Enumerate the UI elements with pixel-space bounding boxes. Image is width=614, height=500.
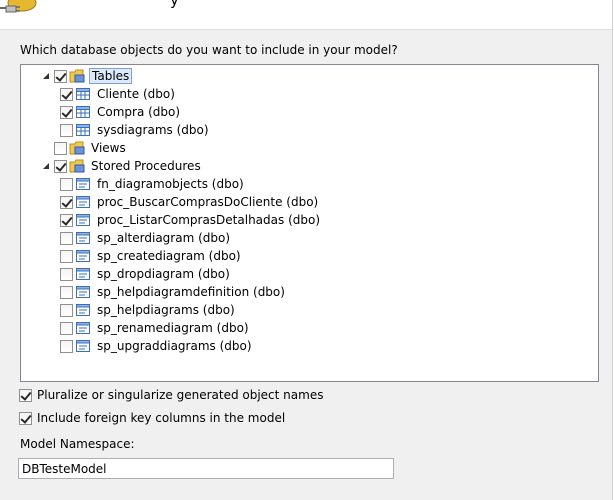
tree-node-tables[interactable]: Tables xyxy=(41,67,133,85)
folder-icon xyxy=(69,159,85,173)
item-checkbox[interactable] xyxy=(60,267,73,281)
folder-icon xyxy=(69,69,85,83)
tree-item-procedure[interactable]: sp_upgraddiagrams (dbo) xyxy=(60,337,254,355)
views-checkbox[interactable] xyxy=(54,141,67,155)
foreign-keys-option[interactable]: Include foreign key columns in the model xyxy=(19,411,285,425)
tree-item-table[interactable]: Cliente (dbo) xyxy=(60,85,177,103)
table-icon xyxy=(76,88,90,100)
stored-procedure-icon xyxy=(76,286,90,298)
stored-procedure-icon xyxy=(76,178,90,190)
tree-item-procedure[interactable]: sp_helpdiagramdefinition (dbo) xyxy=(60,283,287,301)
pluralize-option[interactable]: Pluralize or singularize generated objec… xyxy=(19,388,323,402)
tree-item-procedure[interactable]: sp_helpdiagrams (dbo) xyxy=(60,301,237,319)
item-checkbox[interactable] xyxy=(60,339,73,353)
objects-tree[interactable]: Tables Cliente (dbo) Compra (dbo) sysdia… xyxy=(20,64,599,382)
item-label: sp_dropdiagram (dbo) xyxy=(97,267,230,281)
stored-procedure-icon xyxy=(76,322,90,334)
item-label: sp_helpdiagramdefinition (dbo) xyxy=(97,285,285,299)
stored-procedure-icon xyxy=(76,268,90,280)
tree-node-stored-procedures[interactable]: Stored Procedures xyxy=(41,157,203,175)
item-checkbox[interactable] xyxy=(60,87,73,101)
item-checkbox[interactable] xyxy=(60,231,73,245)
item-checkbox[interactable] xyxy=(60,321,73,335)
item-label: proc_ListarComprasDetalhadas (dbo) xyxy=(97,213,321,227)
item-label: sp_creatediagram (dbo) xyxy=(97,249,241,263)
stored-procedure-icon xyxy=(76,304,90,316)
wizard-header: y xyxy=(0,0,614,30)
stored-procedures-label[interactable]: Stored Procedures xyxy=(89,159,203,173)
item-checkbox[interactable] xyxy=(60,303,73,317)
namespace-input[interactable] xyxy=(18,458,394,479)
folder-icon xyxy=(69,141,85,155)
tables-label[interactable]: Tables xyxy=(89,68,133,84)
database-plug-icon xyxy=(0,0,37,13)
tree-item-procedure[interactable]: sp_creatediagram (dbo) xyxy=(60,247,243,265)
tree-item-procedure[interactable]: sp_dropdiagram (dbo) xyxy=(60,265,232,283)
tree-node-views[interactable]: Views xyxy=(41,139,128,157)
objects-question: Which database objects do you want to in… xyxy=(20,43,398,57)
item-label: fn_diagramobjects (dbo) xyxy=(97,177,244,191)
item-label: sp_alterdiagram (dbo) xyxy=(97,231,231,245)
item-label: sp_upgraddiagrams (dbo) xyxy=(97,339,252,353)
pluralize-checkbox[interactable] xyxy=(19,388,32,402)
table-icon xyxy=(76,106,90,118)
item-label: proc_BuscarComprasDoCliente (dbo) xyxy=(97,195,319,209)
foreign-keys-label[interactable]: Include foreign key columns in the model xyxy=(37,411,285,425)
item-checkbox[interactable] xyxy=(60,123,73,137)
stored-procedure-icon xyxy=(76,340,90,352)
pluralize-label[interactable]: Pluralize or singularize generated objec… xyxy=(37,388,323,402)
tree-item-procedure[interactable]: sp_alterdiagram (dbo) xyxy=(60,229,232,247)
stored-procedure-icon xyxy=(76,250,90,262)
tree-item-procedure[interactable]: proc_ListarComprasDetalhadas (dbo) xyxy=(60,211,322,229)
tree-item-procedure[interactable]: fn_diagramobjects (dbo) xyxy=(60,175,246,193)
tree-item-procedure[interactable]: sp_renamediagram (dbo) xyxy=(60,319,251,337)
namespace-label: Model Namespace: xyxy=(20,437,135,451)
tree-item-table[interactable]: sysdiagrams (dbo) xyxy=(60,121,211,139)
stored-procedure-icon xyxy=(76,196,90,208)
stored-procedures-checkbox[interactable] xyxy=(54,159,67,173)
item-checkbox[interactable] xyxy=(60,177,73,191)
item-label: sp_renamediagram (dbo) xyxy=(97,321,249,335)
item-checkbox[interactable] xyxy=(60,105,73,119)
item-checkbox[interactable] xyxy=(60,249,73,263)
item-label: Cliente (dbo) xyxy=(97,87,175,101)
stored-procedure-icon xyxy=(76,232,90,244)
item-label: sp_helpdiagrams (dbo) xyxy=(97,303,235,317)
expand-arrow-icon[interactable] xyxy=(41,157,51,175)
views-label[interactable]: Views xyxy=(89,141,128,155)
tree-item-procedure[interactable]: proc_BuscarComprasDoCliente (dbo) xyxy=(60,193,320,211)
item-checkbox[interactable] xyxy=(60,285,73,299)
foreign-keys-checkbox[interactable] xyxy=(19,411,32,425)
item-label: Compra (dbo) xyxy=(97,105,181,119)
table-icon xyxy=(76,124,90,136)
item-label: sysdiagrams (dbo) xyxy=(97,123,209,137)
tables-checkbox[interactable] xyxy=(54,69,67,83)
item-checkbox[interactable] xyxy=(60,195,73,209)
item-checkbox[interactable] xyxy=(60,213,73,227)
expand-arrow-icon[interactable] xyxy=(41,67,51,85)
header-title: y xyxy=(170,0,179,9)
stored-procedure-icon xyxy=(76,214,90,226)
tree-item-table[interactable]: Compra (dbo) xyxy=(60,103,182,121)
